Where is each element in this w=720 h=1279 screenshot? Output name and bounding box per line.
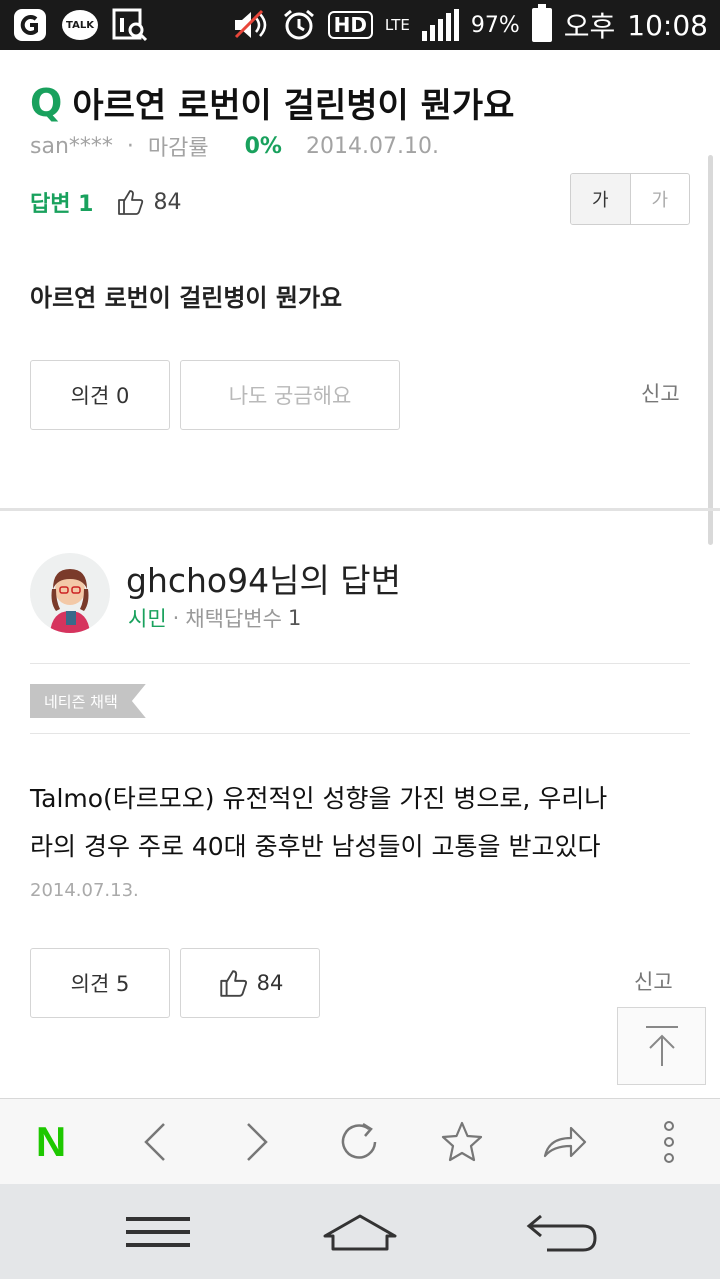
font-small-button[interactable]: 가 [631, 174, 690, 224]
hd-icon: HD [327, 11, 373, 39]
refresh-icon [341, 1122, 377, 1159]
star-icon [441, 1121, 483, 1162]
close-rate-value: 0% [244, 133, 282, 159]
answerer-meta: 시민 · 채택답변수 1 [128, 603, 301, 633]
home-icon [323, 1214, 397, 1250]
menu-button[interactable] [108, 1184, 208, 1279]
answerer-title[interactable]: ghcho94님의 답변 [126, 554, 401, 602]
browser-back-button[interactable] [120, 1099, 190, 1185]
battery-percent: 97% [470, 12, 520, 38]
thumbs-up-icon [219, 970, 247, 997]
curious-too-button[interactable]: 나도 궁금해요 [180, 360, 400, 430]
question-title-row: Q 아르연 로번이 걸린병이 뭔가요 [30, 78, 514, 127]
browser-toolbar: N [0, 1098, 720, 1184]
answer-report-link[interactable]: 신고 [634, 966, 673, 996]
adopted-label: 채택답변수 [185, 607, 282, 631]
system-back-button[interactable] [512, 1184, 612, 1279]
scrollbar[interactable] [708, 155, 713, 545]
naver-home-button[interactable]: N [16, 1099, 86, 1185]
status-time: 10:08 [627, 8, 708, 42]
font-size-toggle: 가 가 [570, 173, 690, 225]
share-button[interactable] [530, 1099, 600, 1185]
divider [30, 733, 690, 734]
answer-like-button[interactable]: 84 [180, 948, 320, 1018]
section-divider [0, 508, 720, 511]
question-date: 2014.07.10. [305, 133, 439, 159]
stats-app-icon [112, 8, 148, 42]
answer-date: 2014.07.13. [30, 880, 139, 901]
menu-icon [126, 1216, 190, 1247]
question-stats: 답변 1 84 [30, 186, 181, 218]
arrow-up-icon [645, 1026, 678, 1066]
divider [30, 663, 690, 664]
more-vertical-icon [664, 1121, 674, 1163]
question-like-count: 84 [153, 189, 182, 215]
meta-separator: · [126, 133, 134, 159]
answerer-rank: 시민 [128, 607, 167, 631]
status-bar: TALK HD LTE 97% 오후 10:08 [0, 0, 720, 50]
answer-comment-button[interactable]: 의견 5 [30, 948, 170, 1018]
question-comment-button[interactable]: 의견 0 [30, 360, 170, 430]
avatar[interactable] [30, 553, 110, 633]
naver-app-icon [12, 7, 48, 43]
system-nav-bar [0, 1184, 720, 1279]
share-icon [543, 1126, 587, 1158]
answer-like-count: 84 [256, 971, 284, 995]
back-arrow-icon [526, 1214, 597, 1251]
more-button[interactable] [634, 1099, 704, 1185]
bookmark-button[interactable] [427, 1099, 497, 1185]
lte-icon: LTE [384, 16, 410, 34]
status-ampm: 오후 [563, 10, 616, 43]
mute-icon [232, 9, 270, 41]
question-meta: san**** · 마감률 0% 2014.07.10. [30, 130, 439, 162]
chevron-left-icon [144, 1123, 165, 1161]
question-author[interactable]: san**** [30, 134, 113, 159]
kakaotalk-icon: TALK [62, 10, 98, 40]
question-report-link[interactable]: 신고 [641, 378, 680, 408]
netizen-choice-badge: 네티즌 채택 [30, 684, 146, 718]
adopted-count: 1 [287, 606, 302, 630]
thumbs-up-icon [118, 190, 144, 215]
font-large-button[interactable]: 가 [571, 174, 631, 224]
question-title: 아르연 로번이 걸린병이 뭔가요 [72, 86, 515, 126]
refresh-button[interactable] [324, 1099, 394, 1185]
question-mark-icon: Q [30, 80, 63, 125]
answer-text: Talmo(타르모오) 유전적인 성향을 가진 병으로, 우리나 라의 경우 주… [30, 775, 690, 871]
browser-forward-button[interactable] [222, 1099, 292, 1185]
signal-icon [421, 9, 459, 41]
answer-text-line: 라의 경우 주로 40대 중후반 남성들이 고통을 받고있다 [30, 832, 601, 861]
question-like[interactable]: 84 [115, 187, 181, 217]
alarm-icon [282, 8, 316, 42]
chevron-right-icon [247, 1123, 268, 1161]
meta-separator: · [172, 606, 180, 630]
scroll-top-button[interactable] [617, 1007, 706, 1085]
home-button[interactable] [310, 1184, 410, 1279]
answer-text-line: Talmo(타르모오) 유전적인 성향을 가진 병으로, 우리나 [30, 784, 608, 813]
close-rate-label: 마감률 [147, 136, 209, 161]
question-body: 아르연 로번이 걸린병이 뭔가요 [30, 284, 343, 312]
answer-count: 답변 1 [30, 192, 94, 217]
naver-logo: N [35, 1118, 67, 1165]
battery-icon [531, 4, 552, 42]
